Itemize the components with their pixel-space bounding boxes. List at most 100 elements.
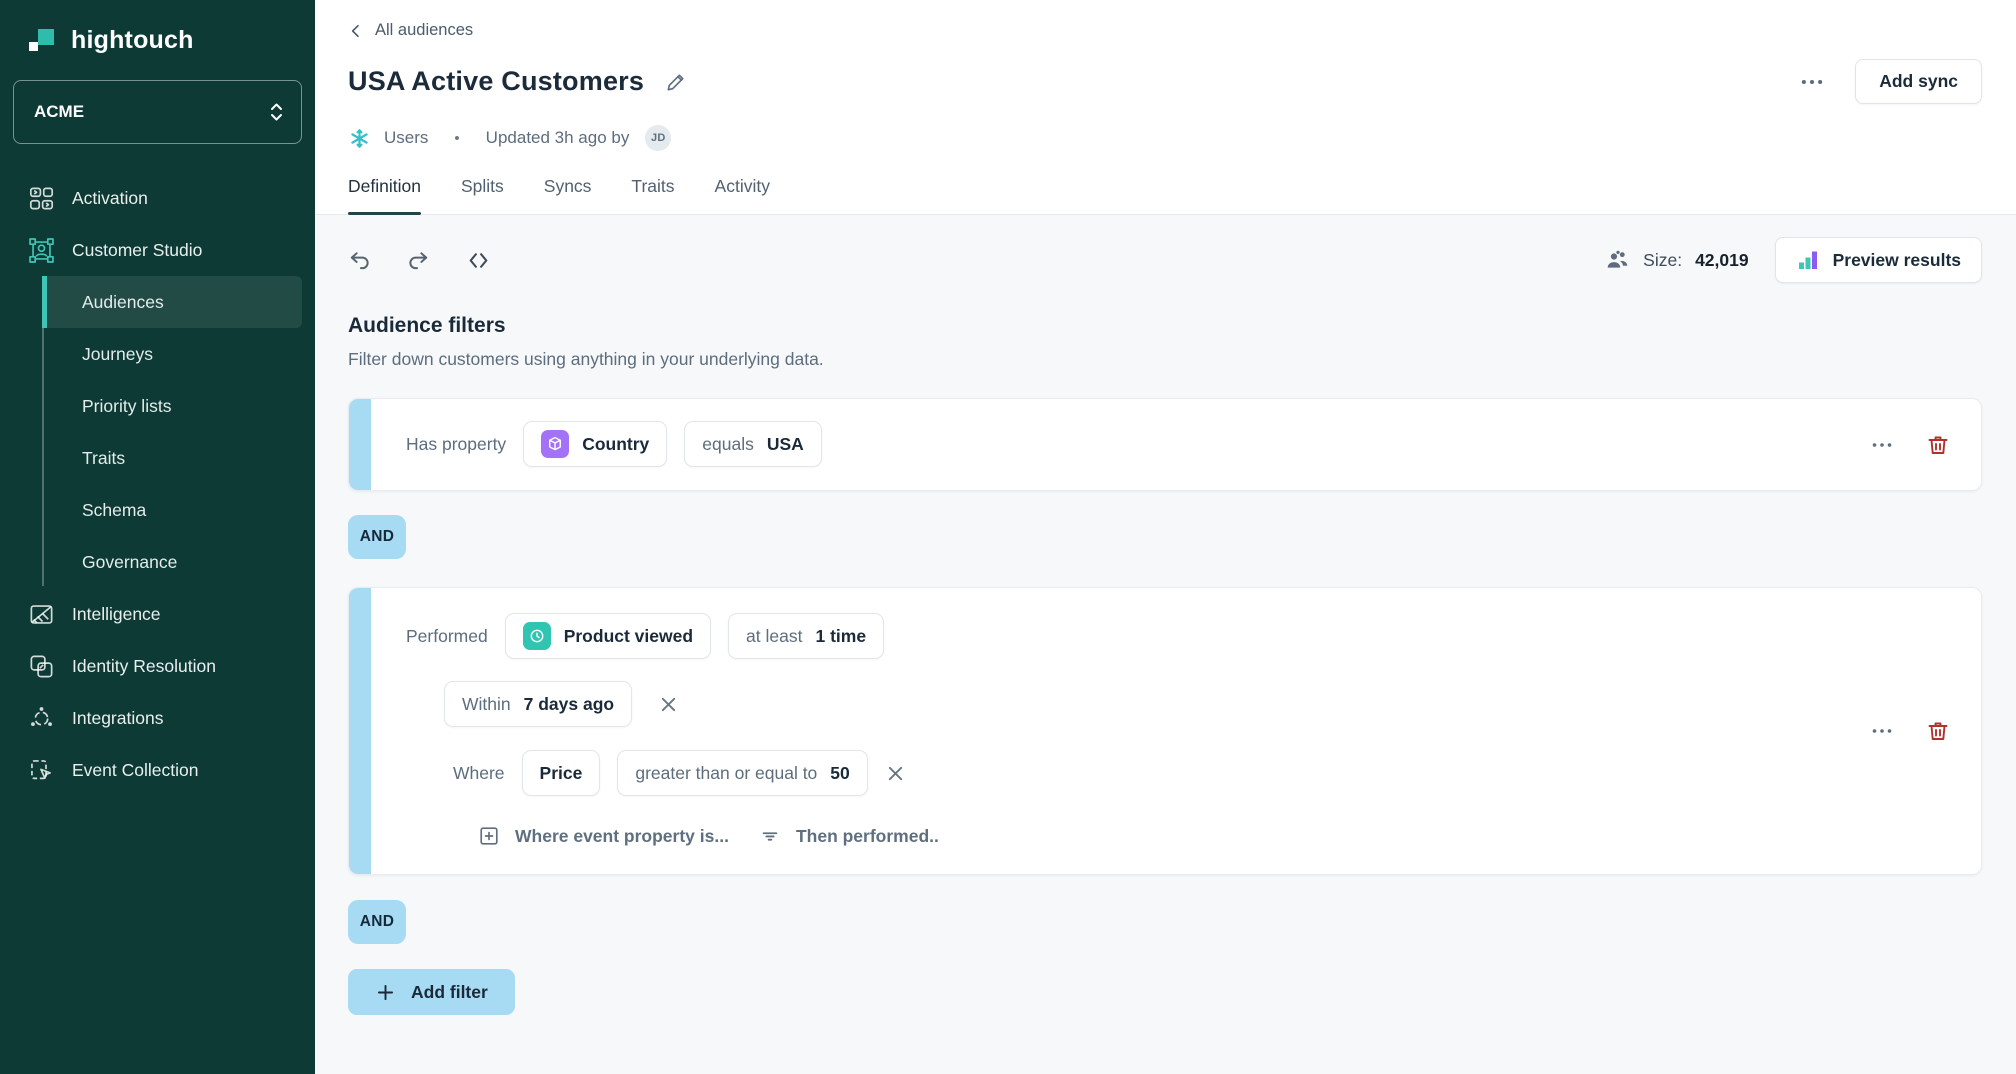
event-collection-icon [28, 757, 55, 784]
then-performed-label: Then performed.. [796, 826, 939, 847]
sidebar-item-governance[interactable]: Governance [42, 536, 302, 588]
filter-more-options-icon[interactable] [1870, 719, 1894, 743]
and-operator-badge[interactable]: AND [348, 515, 406, 559]
source-name[interactable]: Users [384, 128, 428, 148]
bar-chart-icon [1796, 248, 1820, 272]
definition-content: Size: 42,019 Preview results Audience fi… [315, 215, 2016, 1074]
cube-icon [541, 430, 569, 458]
add-filter-button[interactable]: Add filter [348, 969, 515, 1015]
where-condition-chip[interactable]: greater than or equal to 50 [617, 750, 867, 796]
filter-prefix: Performed [406, 626, 488, 647]
window-value: 7 days ago [524, 694, 614, 715]
tab-activity[interactable]: Activity [715, 176, 770, 214]
code-view-icon[interactable] [466, 248, 491, 273]
workspace-name: ACME [34, 102, 84, 122]
meta-separator: • [454, 130, 459, 147]
sidebar-item-priority-lists[interactable]: Priority lists [42, 380, 302, 432]
where-operator: greater than or equal to [635, 763, 817, 784]
sidebar-item-event-collection[interactable]: Event Collection [0, 744, 315, 796]
sidebar: hightouch ACME Activation [0, 0, 315, 1074]
sidebar-item-activation[interactable]: Activation [0, 172, 315, 224]
size-value: 42,019 [1695, 250, 1749, 271]
frequency-operator: at least [746, 626, 802, 647]
meta-row: Users • Updated 3h ago by JD [348, 125, 1982, 151]
delete-filter-icon[interactable] [1926, 433, 1950, 457]
integrations-icon [28, 705, 55, 732]
event-name: Product viewed [564, 626, 693, 647]
add-sync-button[interactable]: Add sync [1855, 59, 1982, 104]
tab-definition[interactable]: Definition [348, 176, 421, 214]
add-filter-label: Add filter [411, 982, 488, 1003]
clock-icon [523, 622, 551, 650]
sidebar-item-traits[interactable]: Traits [42, 432, 302, 484]
property-chip-country[interactable]: Country [523, 421, 667, 467]
sidebar-item-label: Intelligence [72, 604, 161, 625]
snowflake-source-icon [348, 127, 371, 150]
tab-syncs[interactable]: Syncs [544, 176, 592, 214]
sidebar-item-label: Journeys [82, 344, 153, 365]
intelligence-icon [28, 601, 55, 628]
plus-icon [375, 982, 396, 1003]
sidebar-item-intelligence[interactable]: Intelligence [0, 588, 315, 640]
filter-more-options-icon[interactable] [1870, 433, 1894, 457]
edit-title-pencil-icon[interactable] [665, 70, 688, 93]
frequency-chip[interactable]: at least 1 time [728, 613, 884, 659]
filter-prefix: Has property [406, 434, 506, 455]
audience-filters-title: Audience filters [348, 314, 1982, 338]
audience-filters-description: Filter down customers using anything in … [348, 349, 1982, 370]
preview-results-label: Preview results [1833, 250, 1961, 271]
sidebar-item-label: Activation [72, 188, 148, 209]
size-label: Size: [1643, 250, 1682, 271]
condition-operator: equals [702, 434, 754, 455]
sidebar-item-identity-resolution[interactable]: Identity Resolution [0, 640, 315, 692]
sidebar-item-audiences[interactable]: Audiences [42, 276, 302, 328]
avatar[interactable]: JD [645, 125, 671, 151]
customer-studio-icon [28, 237, 55, 264]
event-chip-product-viewed[interactable]: Product viewed [505, 613, 711, 659]
people-group-icon [1605, 248, 1630, 273]
customer-studio-subnav: Audiences Journeys Priority lists Traits… [42, 276, 302, 588]
then-performed-link[interactable]: Then performed.. [759, 825, 939, 847]
where-label: Where [453, 763, 505, 784]
sidebar-item-schema[interactable]: Schema [42, 484, 302, 536]
tab-splits[interactable]: Splits [461, 176, 504, 214]
redo-icon[interactable] [407, 249, 430, 272]
tabs-bar: Definition Splits Syncs Traits Activity [315, 176, 2016, 215]
hightouch-logo-icon [26, 24, 58, 56]
add-event-property-link[interactable]: Where event property is... [478, 825, 729, 847]
where-value: 50 [830, 763, 849, 784]
add-event-property-label: Where event property is... [515, 826, 729, 847]
page-title: USA Active Customers [348, 66, 644, 97]
condition-value: USA [767, 434, 804, 455]
time-window-chip[interactable]: Within 7 days ago [444, 681, 632, 727]
delete-filter-icon[interactable] [1926, 719, 1950, 743]
undo-icon[interactable] [348, 249, 371, 272]
sidebar-item-integrations[interactable]: Integrations [0, 692, 315, 744]
tab-traits[interactable]: Traits [631, 176, 674, 214]
sidebar-item-journeys[interactable]: Journeys [42, 328, 302, 380]
editor-toolbar: Size: 42,019 Preview results [348, 237, 1982, 283]
event-filter-card: Performed Product viewed at least 1 time [348, 587, 1982, 875]
remove-time-window-icon[interactable] [658, 694, 679, 715]
preview-results-button[interactable]: Preview results [1775, 237, 1982, 283]
breadcrumb-all-audiences[interactable]: All audiences [348, 0, 473, 40]
more-options-icon[interactable] [1799, 69, 1825, 95]
page-header: All audiences USA Active Customers Add s… [315, 0, 2016, 215]
audience-size: Size: 42,019 [1605, 248, 1748, 273]
sidebar-item-label: Event Collection [72, 760, 198, 781]
logo-text: hightouch [71, 26, 194, 55]
sidebar-item-label: Integrations [72, 708, 163, 729]
workspace-selector[interactable]: ACME [13, 80, 302, 144]
breadcrumb-label: All audiences [375, 21, 473, 40]
where-property: Price [540, 763, 583, 784]
logo[interactable]: hightouch [0, 0, 315, 56]
where-property-chip[interactable]: Price [522, 750, 601, 796]
property-name: Country [582, 434, 649, 455]
and-operator-badge[interactable]: AND [348, 900, 406, 944]
remove-where-condition-icon[interactable] [885, 763, 906, 784]
title-row: USA Active Customers Add sync [348, 59, 1982, 104]
frequency-value: 1 time [815, 626, 866, 647]
sidebar-item-label: Audiences [82, 292, 164, 313]
condition-chip-equals-usa[interactable]: equals USA [684, 421, 822, 467]
sidebar-item-customer-studio[interactable]: Customer Studio [0, 224, 315, 276]
